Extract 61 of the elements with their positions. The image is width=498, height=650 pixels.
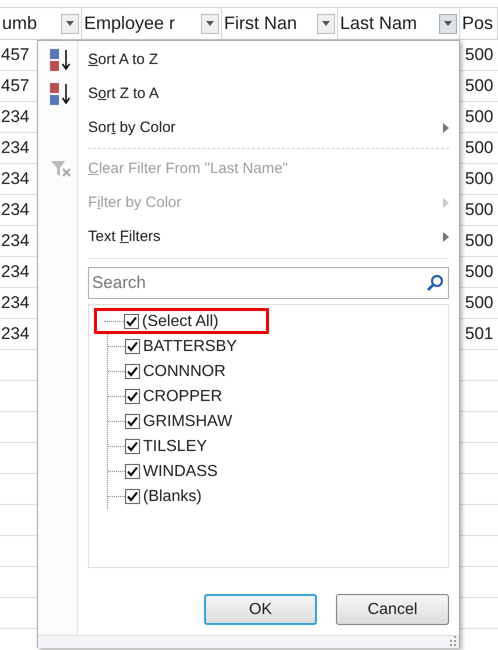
column-header: Pos xyxy=(461,12,494,35)
table-cell-text: 500 xyxy=(464,137,494,160)
menu-item[interactable]: Sort by Color xyxy=(88,111,449,145)
table-cell-text: 234 xyxy=(0,323,30,346)
table-cell-text: 457 xyxy=(0,75,30,98)
filter-dropdown-button[interactable] xyxy=(201,14,219,34)
checkbox[interactable] xyxy=(125,414,140,429)
table-cell-text: 234 xyxy=(0,137,30,160)
checkbox[interactable] xyxy=(125,389,140,404)
table-cell-text: 500 xyxy=(464,261,494,284)
table-cell-text: 234 xyxy=(0,261,30,284)
caret-icon xyxy=(322,21,330,26)
table-cell-text: 500 xyxy=(464,199,494,222)
sort-ascending-icon xyxy=(49,48,73,72)
table-cell-text: 234 xyxy=(0,230,30,252)
table-cell-text: 234 xyxy=(0,199,30,222)
table-cell-text: 500 xyxy=(464,75,494,98)
clear-filter-icon xyxy=(50,159,72,179)
table-cell-text: 500 xyxy=(464,44,494,66)
checkbox[interactable] xyxy=(125,339,140,354)
filter-dropdown-button[interactable] xyxy=(61,14,79,34)
caret-icon xyxy=(444,21,452,26)
table-cell-text: 234 xyxy=(0,168,30,190)
table-cell-text: 500 xyxy=(464,168,494,190)
checkbox[interactable] xyxy=(124,314,139,329)
column-header: Last Nam xyxy=(339,12,418,35)
table-cell-text: 500 xyxy=(464,230,494,252)
table-cell-text: 457 xyxy=(0,44,30,66)
cancel-button[interactable]: Cancel xyxy=(336,594,449,625)
filter-dropdown-button[interactable] xyxy=(439,14,457,34)
resize-grip-icon xyxy=(449,636,457,646)
list-item-label[interactable]: TILSLEY xyxy=(143,434,208,458)
checkbox[interactable] xyxy=(125,439,140,454)
search-icon xyxy=(426,274,444,292)
sort-descending-icon xyxy=(49,82,73,106)
list-item-label[interactable]: (Select All) xyxy=(142,310,218,334)
table-cell-text: 501 xyxy=(464,323,494,346)
filter-dropdown-button[interactable] xyxy=(317,14,335,34)
table-cell-text: 500 xyxy=(464,106,494,128)
column-header: Employee r xyxy=(83,12,176,35)
checkbox[interactable] xyxy=(125,464,140,479)
caret-icon xyxy=(66,21,74,26)
table-cell-text: 500 xyxy=(464,292,494,314)
ok-button[interactable]: OK xyxy=(204,594,317,625)
list-item-label[interactable]: CROPPER xyxy=(143,384,222,408)
table-cell-text: 234 xyxy=(0,292,30,314)
column-header: First Nan xyxy=(223,12,298,35)
list-item-label[interactable]: WINDASS xyxy=(143,460,218,484)
column-header: umb xyxy=(1,12,38,35)
search-field[interactable]: Search xyxy=(88,267,449,299)
menu-item[interactable]: Sort A to Z xyxy=(88,43,449,77)
checkbox[interactable] xyxy=(125,364,140,379)
list-item-label[interactable]: (Blanks) xyxy=(143,484,202,508)
list-item-label[interactable]: GRIMSHAW xyxy=(143,410,232,434)
menu-item[interactable]: Text Filters xyxy=(88,220,449,254)
caret-icon xyxy=(206,21,214,26)
table-cell-text: 234 xyxy=(0,106,30,128)
menu-item[interactable]: Sort Z to A xyxy=(88,77,449,111)
list-item-label[interactable]: BATTERSBY xyxy=(143,334,237,358)
checkbox[interactable] xyxy=(125,489,140,504)
list-item-label[interactable]: CONNNOR xyxy=(143,360,226,384)
